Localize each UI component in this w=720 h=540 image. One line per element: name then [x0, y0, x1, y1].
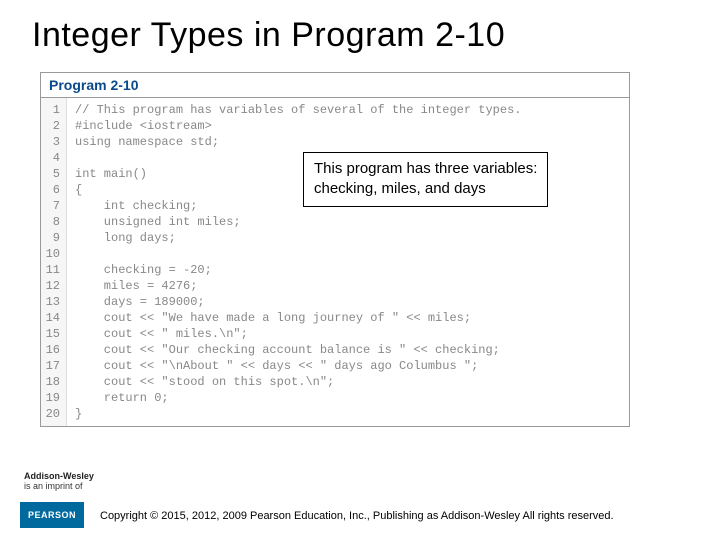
callout-line-2: checking, miles, and days — [314, 179, 537, 199]
code-area: 1 2 3 4 5 6 7 8 9 10 11 12 13 14 15 16 1… — [41, 98, 629, 426]
callout-line-1: This program has three variables: — [314, 159, 537, 179]
pearson-logo: PEARSON — [20, 502, 84, 528]
imprint: Addison-Wesley is an imprint of — [24, 472, 94, 492]
slide-title: Integer Types in Program 2-10 — [0, 0, 720, 55]
program-listing: Program 2-10 1 2 3 4 5 6 7 8 9 10 11 12 … — [40, 72, 630, 427]
line-numbers: 1 2 3 4 5 6 7 8 9 10 11 12 13 14 15 16 1… — [41, 98, 67, 426]
code-lines: // This program has variables of several… — [67, 98, 629, 426]
program-label: Program 2-10 — [41, 73, 629, 98]
imprint-tag: is an imprint of — [24, 481, 83, 491]
copyright-text: Copyright © 2015, 2012, 2009 Pearson Edu… — [100, 510, 614, 522]
callout-box: This program has three variables: checki… — [303, 152, 548, 207]
imprint-brand: Addison-Wesley — [24, 471, 94, 481]
